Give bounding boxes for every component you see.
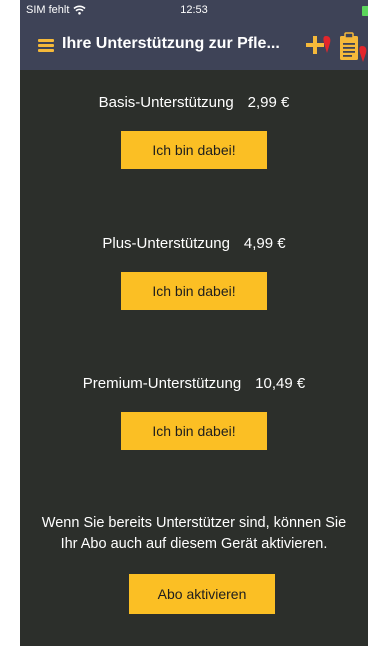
- tier-plus: Plus-Unterstützung 4,99 € Ich bin dabei!: [20, 235, 368, 310]
- restore-info-line-2: Ihr Abo auch auf diesem Gerät aktivieren…: [60, 536, 328, 552]
- tier-row: Basis-Unterstützung 2,99 €: [20, 94, 368, 111]
- status-bar: SIM fehlt 12:53: [20, 0, 368, 22]
- tier-name: Basis-Unterstützung: [98, 94, 234, 111]
- app-screen: SIM fehlt 12:53 Ihre Unterstützung zur P…: [20, 0, 368, 646]
- tier-premium: Premium-Unterstützung 10,49 € Ich bin dab…: [20, 375, 368, 450]
- tier-row: Premium-Unterstützung 10,49 €: [20, 375, 368, 392]
- join-basis-button[interactable]: Ich bin dabei!: [121, 131, 267, 169]
- plus-marker-icon[interactable]: [306, 34, 332, 58]
- navigation-bar: Ihre Unterstützung zur Pfle...: [20, 22, 368, 70]
- tier-price: 2,99 €: [247, 94, 290, 111]
- restore-info-text: Wenn Sie bereits Unterstützer sind, könn…: [20, 513, 368, 555]
- join-premium-button[interactable]: Ich bin dabei!: [121, 412, 267, 450]
- tier-price: 10,49 €: [255, 375, 306, 392]
- tier-row: Plus-Unterstützung 4,99 €: [20, 235, 368, 252]
- battery-icon: [362, 6, 368, 16]
- tier-name: Plus-Unterstützung: [102, 235, 230, 252]
- activate-subscription-button[interactable]: Abo aktivieren: [129, 574, 275, 614]
- tier-price: 4,99 €: [243, 235, 286, 252]
- tier-basis: Basis-Unterstützung 2,99 € Ich bin dabei!: [20, 94, 368, 169]
- menu-icon[interactable]: [38, 39, 54, 52]
- page-title: Ihre Unterstützung zur Pfle...: [62, 35, 280, 52]
- restore-info-line-1: Wenn Sie bereits Unterstützer sind, könn…: [41, 515, 347, 531]
- tier-name: Premium-Unterstützung: [82, 375, 242, 392]
- status-time: 12:53: [180, 4, 208, 16]
- join-plus-button[interactable]: Ich bin dabei!: [121, 272, 267, 310]
- clipboard-icon[interactable]: [338, 32, 368, 62]
